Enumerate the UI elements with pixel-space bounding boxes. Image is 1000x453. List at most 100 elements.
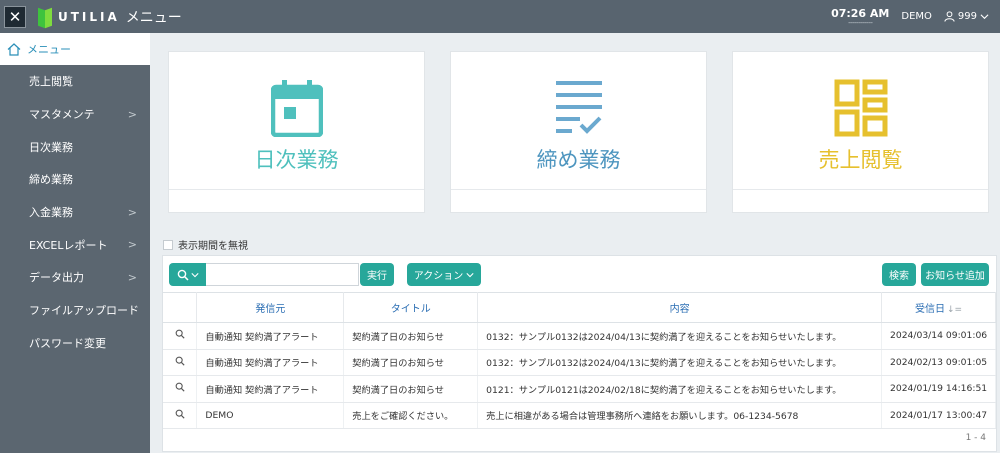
cell-sender: 自動通知 契約満了アラート [196, 322, 345, 350]
cell-title: 契約満了日のお知らせ [343, 349, 479, 376]
column-header-content[interactable]: 内容 [477, 292, 882, 323]
user-id: 999 [957, 11, 977, 22]
ignore-period-checkbox[interactable] [163, 239, 173, 250]
company-name: DEMO [901, 11, 932, 22]
cell-content: 0121：サンプル0121は2024/02/18に契約満了を迎えることをお知らせ… [477, 375, 882, 403]
sidebar-item-label: 日次業務 [29, 140, 73, 154]
card-closing-work[interactable]: 締め業務 [450, 51, 707, 213]
sidebar-menu-header[interactable]: メニュー [0, 33, 150, 65]
row-view-cell [163, 375, 198, 403]
close-icon[interactable]: ✕ [4, 5, 26, 28]
page-title: メニュー [125, 9, 182, 26]
sidebar-item[interactable]: マスタメンテ > [0, 98, 150, 131]
search-icon[interactable] [175, 409, 185, 419]
clock: 07:26 AM ------------ [831, 7, 889, 27]
clock-underline: ------------ [848, 19, 873, 27]
cell-content: 売上に相違がある場合は管理事務所へ連絡をお願いします。06-1234-5678 [477, 402, 882, 429]
checklist-icon [554, 78, 604, 138]
notices-table: 発信元 タイトル 内容 受信日 ↓= 自動通知 契約満了アラート 契約満了日のお知ら… [163, 292, 996, 429]
sidebar-item[interactable]: ファイルアップロード [0, 294, 150, 327]
chevron-right-icon: > [127, 205, 137, 219]
cell-sender: 自動通知 契約満了アラート [196, 375, 345, 403]
column-header-icon [163, 292, 198, 323]
sidebar-item-label: マスタメンテ [29, 108, 95, 122]
ignore-period-label: 表示期間を無視 [178, 241, 248, 252]
sidebar-item[interactable]: EXCELレポート > [0, 228, 150, 261]
column-header-sender[interactable]: 発信元 [196, 292, 345, 323]
row-view-cell [163, 402, 198, 429]
add-notice-button[interactable]: お知らせ追加 [921, 263, 989, 286]
sort-desc-icon[interactable]: ↓= [947, 305, 962, 315]
table-header-row: 発信元 タイトル 内容 受信日 ↓= [163, 292, 996, 323]
calendar-icon [270, 78, 323, 138]
search-icon [177, 269, 189, 281]
table-row[interactable]: 自動通知 契約満了アラート 契約満了日のお知らせ 0121：サンプル0121は202… [163, 375, 996, 403]
search-button[interactable]: 検索 [882, 263, 916, 286]
cell-date: 2024/01/19 14:16:51 [881, 375, 996, 403]
cell-title: 売上をご確認ください。 [343, 402, 479, 429]
sidebar-item-label: 締め業務 [29, 173, 73, 187]
sidebar-item[interactable]: 売上閲覧 [0, 65, 150, 98]
cell-date: 2024/01/17 13:00:47 [881, 402, 996, 429]
cell-title: 契約満了日のお知らせ [343, 322, 479, 350]
sidebar-item[interactable]: 入金業務 > [0, 196, 150, 229]
table-row[interactable]: 自動通知 契約満了アラート 契約満了日のお知らせ 0132：サンプル0132は202… [163, 322, 996, 350]
sidebar-menu-label: メニュー [27, 43, 71, 56]
cell-sender: DEMO [196, 402, 345, 429]
search-options-button[interactable] [169, 263, 206, 286]
sidebar-item[interactable]: 日次業務 [0, 130, 150, 163]
sidebar-item-label: パスワード変更 [29, 336, 106, 350]
logo-cube-icon [38, 7, 52, 28]
sidebar-item-label: 入金業務 [29, 206, 73, 220]
sidebar-item[interactable]: パスワード変更 [0, 327, 150, 360]
sidebar-item-label: データ出力 [29, 271, 84, 285]
card-sales-view[interactable]: 売上閲覧 [732, 51, 989, 213]
chevron-down-icon [980, 14, 989, 20]
card-daily-work[interactable]: 日次業務 [168, 51, 425, 213]
sidebar: メニュー 売上閲覧 マスタメンテ > 日次業務 締め業務 入金業務 > EXCELレポート > デ… [0, 33, 150, 453]
column-header-date-label: 受信日 [914, 304, 945, 315]
chevron-right-icon: > [127, 270, 137, 284]
cell-date: 2024/03/14 09:01:06 [881, 322, 996, 350]
table-row[interactable]: 自動通知 契約満了アラート 契約満了日のお知らせ 0132：サンプル0132は202… [163, 349, 996, 376]
logo-text: UTILIA [58, 9, 120, 24]
cell-content: 0132：サンプル0132は2024/04/13に契約満了を迎えることをお知らせ… [477, 349, 882, 376]
chevron-right-icon: > [127, 107, 137, 121]
ignore-period-option: 表示期間を無視 [163, 237, 248, 252]
cell-title: 契約満了日のお知らせ [343, 375, 479, 403]
action-label: アクション [413, 271, 464, 282]
notices-panel: 実行 アクション 検索 お知らせ追加 発信元 タイトル 内容 受信日 ↓= 自動通… [162, 255, 997, 452]
sidebar-item[interactable]: 締め業務 [0, 163, 150, 196]
row-view-cell [163, 322, 198, 350]
app-header: ✕ UTILIA メニュー 07:26 AM ------------ DEMO… [0, 0, 1000, 33]
column-header-date[interactable]: 受信日 ↓= [881, 292, 996, 323]
action-dropdown-button[interactable]: アクション [407, 263, 481, 286]
card-label: 締め業務 [536, 148, 621, 172]
card-label: 日次業務 [254, 148, 339, 172]
search-icon[interactable] [175, 329, 185, 339]
pager-info: 1 - 4 [965, 433, 986, 443]
sidebar-item[interactable]: データ出力 > [0, 261, 150, 294]
cell-sender: 自動通知 契約満了アラート [196, 349, 345, 376]
search-icon[interactable] [175, 356, 185, 366]
notices-toolbar: 実行 アクション 検索 お知らせ追加 [163, 256, 996, 292]
run-button[interactable]: 実行 [360, 263, 394, 286]
column-header-title[interactable]: タイトル [343, 292, 479, 323]
user-menu[interactable]: 999 [944, 11, 992, 22]
row-view-cell [163, 349, 198, 376]
search-input[interactable] [206, 263, 359, 286]
sidebar-item-label: 売上閲覧 [29, 75, 73, 89]
dashboard-icon [834, 78, 888, 138]
sidebar-item-label: ファイルアップロード [29, 304, 139, 318]
chevron-down-icon [190, 272, 199, 277]
table-row[interactable]: DEMO 売上をご確認ください。 売上に相違がある場合は管理事務所へ連絡をお願いしま… [163, 402, 996, 429]
app-logo[interactable]: UTILIA [38, 7, 120, 28]
search-icon[interactable] [175, 382, 185, 392]
cell-date: 2024/02/13 09:01:05 [881, 349, 996, 376]
cell-content: 0132：サンプル0132は2024/04/13に契約満了を迎えることをお知らせ… [477, 322, 882, 350]
home-icon [7, 42, 21, 56]
search-group [169, 263, 359, 286]
user-icon [944, 11, 955, 22]
sidebar-item-label: EXCELレポート [29, 238, 108, 252]
card-label: 売上閲覧 [818, 148, 903, 172]
